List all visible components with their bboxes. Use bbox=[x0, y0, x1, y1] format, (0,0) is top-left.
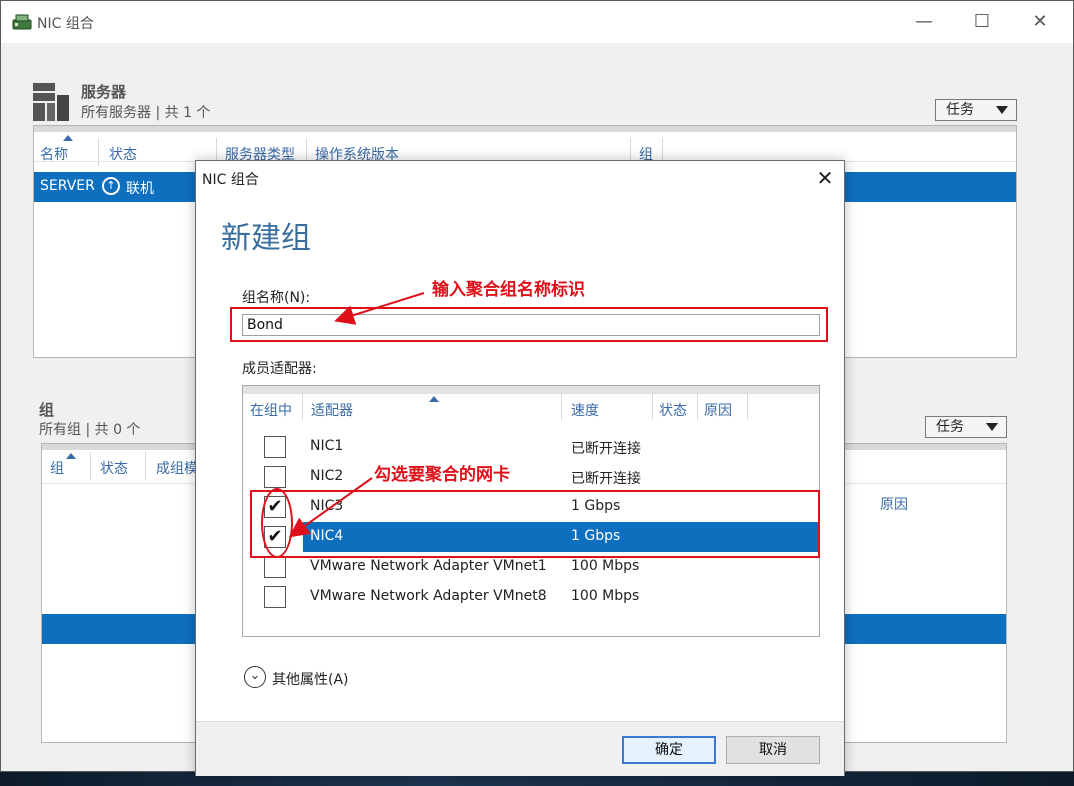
column-header-team-mode[interactable]: 成组模 bbox=[156, 458, 198, 478]
adapter-name: VMware Network Adapter VMnet8 bbox=[310, 588, 547, 604]
adapter-row-nic1[interactable]: NIC1 已断开连接 bbox=[243, 432, 819, 462]
adapter-name: NIC1 bbox=[310, 438, 344, 454]
column-header-status[interactable]: 状态 bbox=[109, 144, 137, 164]
column-divider[interactable] bbox=[561, 394, 562, 420]
column-header-group[interactable]: 组 bbox=[50, 458, 64, 478]
member-adapters-label: 成员适配器: bbox=[242, 361, 317, 377]
adapter-speed: 已断开连接 bbox=[571, 441, 641, 457]
title-bar[interactable]: NIC 组合 — ☐ ✕ bbox=[1, 1, 1073, 43]
dialog-footer: 确定 取消 bbox=[196, 721, 844, 776]
sort-ascending-icon bbox=[429, 396, 439, 402]
nic-teaming-app-icon bbox=[12, 14, 32, 30]
team-name-label: 组名称(N): bbox=[242, 290, 311, 306]
adapter-name: NIC2 bbox=[310, 468, 344, 484]
column-divider[interactable] bbox=[747, 394, 748, 420]
maximize-button[interactable]: ☐ bbox=[959, 7, 1005, 37]
server-icon bbox=[33, 83, 69, 121]
ok-button[interactable]: 确定 bbox=[622, 736, 716, 764]
groups-heading: 组 bbox=[39, 401, 55, 419]
sort-ascending-icon bbox=[63, 135, 73, 141]
column-divider[interactable] bbox=[302, 394, 303, 420]
adapter-speed: 已断开连接 bbox=[571, 471, 641, 487]
adapter-checkbox[interactable] bbox=[264, 556, 286, 578]
window-title: NIC 组合 bbox=[37, 16, 94, 32]
adapter-speed: 100 Mbps bbox=[571, 588, 640, 604]
tasks-label: 任务 bbox=[946, 102, 974, 118]
adapter-name: VMware Network Adapter VMnet1 bbox=[310, 558, 547, 574]
cancel-button[interactable]: 取消 bbox=[726, 736, 820, 764]
column-divider[interactable] bbox=[652, 394, 653, 420]
adapter-checkbox[interactable] bbox=[264, 466, 286, 488]
column-header-speed[interactable]: 速度 bbox=[571, 400, 599, 420]
servers-tasks-dropdown[interactable]: 任务 bbox=[935, 99, 1017, 121]
annotation-ellipse-checkboxes bbox=[261, 488, 293, 558]
column-header-adapter[interactable]: 适配器 bbox=[311, 400, 353, 420]
adapter-row-nic2[interactable]: NIC2 已断开连接 bbox=[243, 462, 819, 492]
server-name: SERVER bbox=[40, 178, 95, 194]
column-divider[interactable] bbox=[98, 138, 99, 166]
close-window-button[interactable]: ✕ bbox=[1017, 7, 1063, 37]
column-header-status[interactable]: 状态 bbox=[100, 458, 128, 478]
sort-ascending-icon bbox=[66, 453, 76, 459]
groups-count: 所有组 | 共 0 个 bbox=[39, 422, 141, 438]
column-divider[interactable] bbox=[697, 394, 698, 420]
annotation-select-adapters-hint: 勾选要聚合的网卡 bbox=[374, 465, 510, 485]
new-team-dialog: NIC 组合 ✕ 新建组 组名称(N): 成员适配器: 在组中 适配器 速度 状… bbox=[195, 160, 845, 776]
column-header-state[interactable]: 状态 bbox=[659, 400, 687, 420]
servers-heading: 服务器 bbox=[81, 83, 127, 101]
annotation-box-selected-adapters bbox=[250, 490, 820, 558]
expand-chevron-icon[interactable]: ⌄ bbox=[244, 666, 266, 688]
list-header-bar bbox=[243, 386, 819, 394]
additional-properties-toggle[interactable]: 其他属性(A) bbox=[272, 669, 349, 689]
dialog-heading: 新建组 bbox=[221, 221, 311, 256]
online-status-icon: ↑ bbox=[102, 177, 120, 195]
column-header-in-team[interactable]: 在组中 bbox=[250, 400, 292, 420]
adapter-speed: 100 Mbps bbox=[571, 558, 640, 574]
server-status: 联机 bbox=[126, 181, 154, 197]
groups-tasks-dropdown[interactable]: 任务 bbox=[925, 416, 1007, 438]
column-header-name[interactable]: 名称 bbox=[40, 144, 68, 164]
dialog-title: NIC 组合 bbox=[202, 172, 259, 188]
column-header-reason[interactable]: 原因 bbox=[880, 494, 908, 514]
dropdown-arrow-icon bbox=[986, 423, 998, 431]
column-header-reason[interactable]: 原因 bbox=[704, 400, 732, 420]
column-divider[interactable] bbox=[90, 452, 91, 480]
servers-list-header: 名称 状态 服务器类型 操作系统版本 组 bbox=[34, 126, 1016, 166]
tasks-label: 任务 bbox=[936, 419, 964, 435]
minimize-button[interactable]: — bbox=[901, 7, 947, 37]
dialog-close-button[interactable]: ✕ bbox=[808, 163, 842, 193]
adapter-checkbox[interactable] bbox=[264, 436, 286, 458]
servers-count: 所有服务器 | 共 1 个 bbox=[81, 105, 211, 121]
annotation-box-team-name bbox=[230, 307, 828, 342]
dropdown-arrow-icon bbox=[996, 106, 1008, 114]
annotation-team-name-hint: 输入聚合组名称标识 bbox=[432, 280, 585, 300]
adapter-row-vmnet8[interactable]: VMware Network Adapter VMnet8 100 Mbps bbox=[243, 582, 819, 612]
adapter-checkbox[interactable] bbox=[264, 586, 286, 608]
column-divider[interactable] bbox=[145, 452, 146, 480]
